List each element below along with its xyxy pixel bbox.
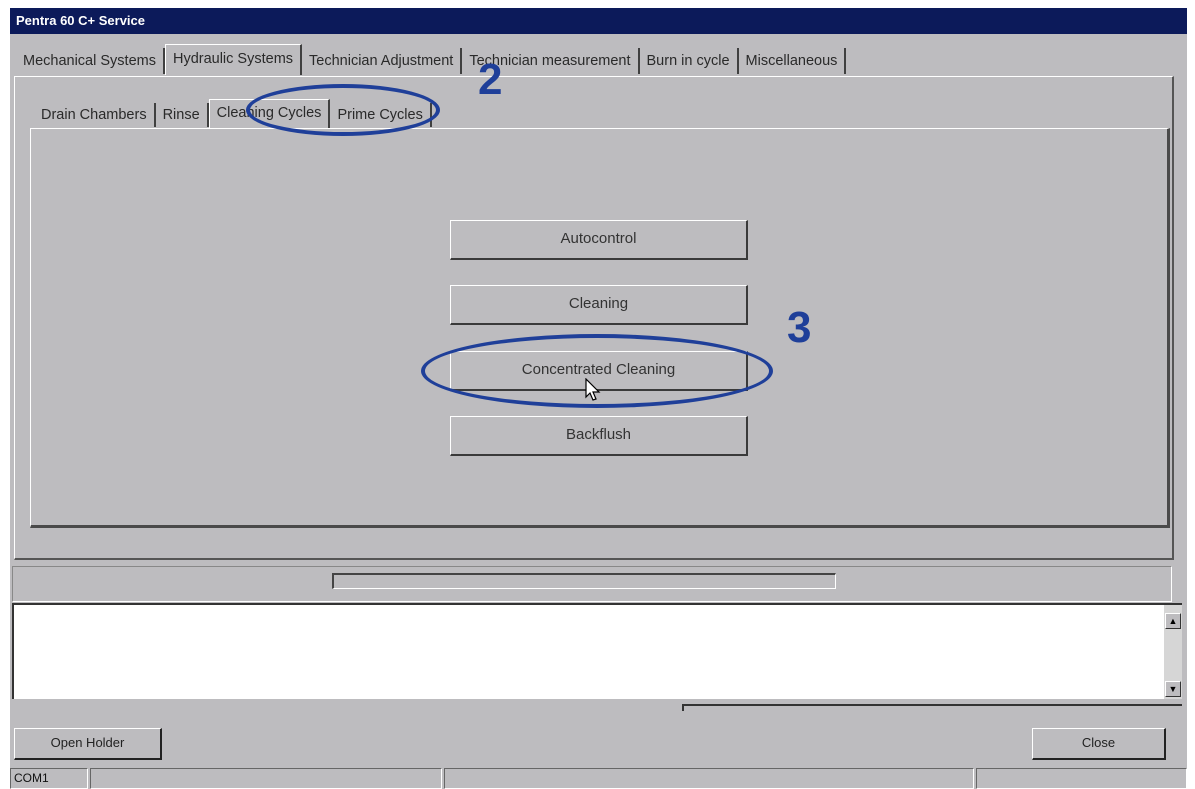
cleaning-button[interactable]: Cleaning — [450, 285, 748, 325]
open-holder-button[interactable]: Open Holder — [14, 728, 162, 760]
tab-mechanical-systems[interactable]: Mechanical Systems — [16, 48, 165, 74]
cleaning-cycles-panel — [30, 128, 1170, 528]
horizontal-scrollbar[interactable] — [682, 704, 1182, 711]
mouse-cursor-icon — [585, 378, 601, 401]
tab-technician-adjustment[interactable]: Technician Adjustment — [302, 48, 463, 74]
subtab-drain-chambers[interactable]: Drain Chambers — [34, 103, 156, 127]
tab-miscellaneous[interactable]: Miscellaneous — [739, 48, 847, 74]
window-title: Pentra 60 C+ Service — [10, 8, 1187, 34]
status-port: COM1 — [10, 768, 88, 789]
close-button[interactable]: Close — [1032, 728, 1166, 760]
autocontrol-button[interactable]: Autocontrol — [450, 220, 748, 260]
subtab-rinse[interactable]: Rinse — [156, 103, 209, 127]
tab-burn-in-cycle[interactable]: Burn in cycle — [640, 48, 739, 74]
annotation-step-2: 2 — [478, 55, 503, 104]
vertical-scrollbar[interactable]: ▲ ▼ — [1164, 605, 1182, 699]
status-cell-4 — [976, 768, 1187, 789]
main-tab-bar: Mechanical Systems Hydraulic Systems Tec… — [16, 44, 847, 76]
status-bar: COM1 — [10, 768, 1187, 789]
scroll-down-icon[interactable]: ▼ — [1165, 681, 1181, 697]
progress-bar — [332, 573, 836, 589]
annotation-ellipse-cleaning-cycles — [246, 84, 440, 136]
status-cell-2 — [90, 768, 442, 789]
annotation-step-3: 3 — [787, 303, 812, 352]
backflush-button[interactable]: Backflush — [450, 416, 748, 456]
scroll-up-icon[interactable]: ▲ — [1165, 613, 1181, 629]
log-textarea[interactable]: ▲ ▼ — [12, 603, 1182, 699]
status-cell-3 — [444, 768, 974, 789]
tab-hydraulic-systems[interactable]: Hydraulic Systems — [164, 44, 303, 75]
